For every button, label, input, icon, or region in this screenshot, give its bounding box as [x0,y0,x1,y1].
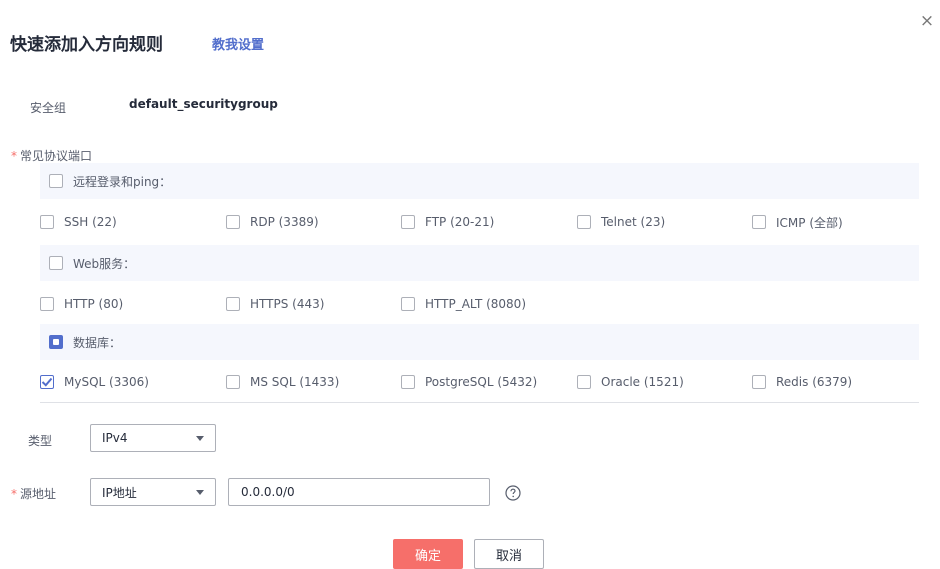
quick-add-inbound-rule-dialog: × 快速添加入方向规则 教我设置 安全组 default_securitygro… [0,0,940,569]
remote-group-header: 远程登录和ping： [40,163,919,199]
checkbox-icmp-label: ICMP (全部) [776,215,843,230]
checkbox-rdp[interactable]: RDP (3389) [226,213,319,231]
security-group-value: default_securitygroup [129,97,278,111]
chevron-down-icon [196,490,204,495]
database-group-label: 数据库： [73,335,122,350]
web-group-label: Web服务： [73,256,136,271]
checkbox-http-box [40,297,54,311]
checkbox-oracle[interactable]: Oracle (1521) [577,373,684,391]
help-link[interactable]: 教我设置 [212,34,264,53]
checkbox-ssh[interactable]: SSH (22) [40,213,117,231]
remote-items-row: SSH (22) RDP (3389) FTP (20-21) Telnet (… [40,201,919,241]
checkbox-ssh-box [40,215,54,229]
checkbox-oracle-box [577,375,591,389]
checkbox-ftp-label: FTP (20-21) [425,215,495,229]
checkbox-redis-label: Redis (6379) [776,375,853,389]
checkbox-ssh-label: SSH (22) [64,215,117,229]
checkbox-telnet-box [577,215,591,229]
checkbox-mssql[interactable]: MS SQL (1433) [226,373,339,391]
checkbox-https-label: HTTPS (443) [250,297,325,311]
protocols-label: * 常见协议端口 [11,147,92,164]
checkbox-http-label: HTTP (80) [64,297,124,311]
checkbox-icmp-box [752,215,766,229]
checkbox-redis-box [752,375,766,389]
database-items-row: MySQL (3306) MS SQL (1433) PostgreSQL (5… [40,362,919,403]
type-label: 类型 [28,434,53,448]
source-label: * 源地址 [11,485,56,502]
checkbox-http-alt-box [401,297,415,311]
checkbox-mysql-box [40,375,54,389]
checkbox-telnet-label: Telnet (23) [601,215,666,229]
type-select[interactable]: IPv4 [90,424,216,452]
checkbox-redis[interactable]: Redis (6379) [752,373,852,391]
source-type-select-value: IP地址 [102,485,137,500]
chevron-down-icon [196,436,204,441]
required-mark: * [11,487,17,501]
checkbox-http-alt-label: HTTP_ALT (8080) [425,297,526,311]
question-help-icon[interactable] [505,485,521,501]
remote-group-box [49,174,63,188]
source-type-select[interactable]: IP地址 [90,478,216,506]
checkbox-http-alt[interactable]: HTTP_ALT (8080) [401,295,526,313]
database-group-box [49,335,63,349]
checkbox-mysql[interactable]: MySQL (3306) [40,373,149,391]
checkbox-mysql-label: MySQL (3306) [64,375,149,389]
required-mark: * [11,149,17,163]
web-group-header: Web服务： [40,245,919,281]
checkbox-https[interactable]: HTTPS (443) [226,295,324,313]
checkbox-postgresql-box [401,375,415,389]
checkbox-ftp[interactable]: FTP (20-21) [401,213,494,231]
checkbox-postgresql[interactable]: PostgreSQL (5432) [401,373,537,391]
type-select-value: IPv4 [102,431,128,445]
checkbox-https-box [226,297,240,311]
dialog-title: 快速添加入方向规则 [10,35,163,55]
remote-group-checkbox[interactable]: 远程登录和ping： [49,172,171,190]
remote-group-label: 远程登录和ping： [73,174,172,189]
checkbox-mssql-box [226,375,240,389]
protocols-label-text: 常见协议端口 [20,149,93,163]
checkbox-postgresql-label: PostgreSQL (5432) [425,375,538,389]
checkbox-ftp-box [401,215,415,229]
web-group-box [49,256,63,270]
checkbox-rdp-box [226,215,240,229]
checkbox-icmp[interactable]: ICMP (全部) [752,213,843,231]
database-group-header: 数据库： [40,324,919,360]
database-group-checkbox[interactable]: 数据库： [49,333,121,351]
checkbox-rdp-label: RDP (3389) [250,215,319,229]
security-group-label: 安全组 [30,101,67,115]
checkbox-oracle-label: Oracle (1521) [601,375,684,389]
checkbox-http[interactable]: HTTP (80) [40,295,123,313]
web-group-checkbox[interactable]: Web服务： [49,254,135,272]
checkbox-telnet[interactable]: Telnet (23) [577,213,665,231]
web-items-row: HTTP (80) HTTPS (443) HTTP_ALT (8080) [40,283,919,323]
checkbox-mssql-label: MS SQL (1433) [250,375,340,389]
check-icon [41,377,53,387]
source-address-input[interactable] [228,478,490,506]
close-icon[interactable]: × [919,13,935,30]
source-label-text: 源地址 [20,487,57,501]
